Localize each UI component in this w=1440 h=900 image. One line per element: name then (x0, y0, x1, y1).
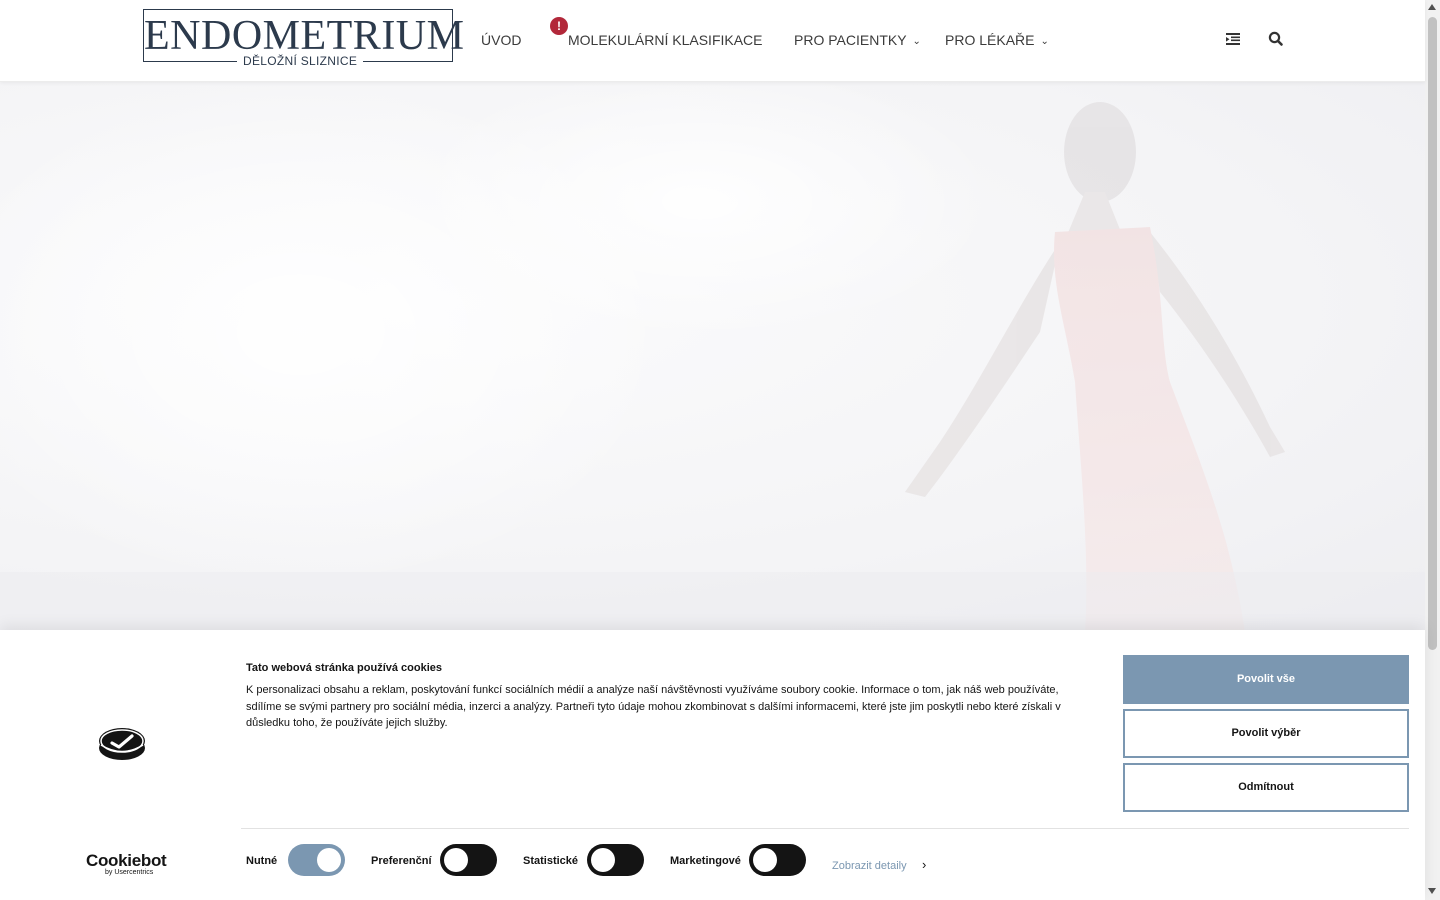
scroll-up-arrow-icon[interactable] (1428, 4, 1436, 10)
scroll-thumb[interactable] (1428, 17, 1437, 650)
preferences-toggle[interactable] (440, 844, 497, 876)
toggle-knob (591, 848, 615, 872)
deny-button[interactable]: Odmítnout (1123, 763, 1409, 812)
toggle-knob (444, 848, 468, 872)
scroll-down-arrow-icon[interactable] (1428, 888, 1436, 894)
nav-item-pro-pacientky[interactable]: PRO PACIENTKY ⌄ (794, 32, 921, 51)
necessary-toggle[interactable] (288, 844, 345, 876)
marketing-toggle[interactable] (749, 844, 806, 876)
cookie-description: K personalizaci obsahu a reklam, poskyto… (246, 684, 1061, 729)
logo-title: ENDOMETRIUM (144, 13, 465, 59)
chevron-right-icon[interactable]: › (922, 858, 926, 872)
allow-selection-button[interactable]: Povolit výběr (1123, 709, 1409, 758)
toggle-label-preferences: Preferenční (371, 855, 432, 867)
nav-item-label: PRO PACIENTKY (794, 32, 907, 48)
search-icon[interactable] (1267, 30, 1285, 48)
nav-item-label: PRO LÉKAŘE (945, 32, 1035, 48)
nav-item-pro-lekare[interactable]: PRO LÉKAŘE ⌄ (945, 32, 1049, 51)
site-logo[interactable]: ENDOMETRIUM DĚLOŽNÍ SLIZNICE (143, 9, 465, 68)
page-scrollbar[interactable] (1425, 0, 1440, 900)
cookiebot-brand: Cookiebot (86, 851, 167, 870)
toggle-label-necessary: Nutné (246, 855, 278, 867)
menu-indent-icon[interactable] (1224, 30, 1242, 48)
statistics-toggle[interactable] (587, 844, 644, 876)
cookiebot-logo-icon (99, 726, 145, 767)
alert-badge: ! (550, 17, 568, 35)
cookiebot-brand-sub: by Usercentrics (105, 869, 154, 876)
cookie-divider (241, 828, 1409, 829)
allow-all-button[interactable]: Povolit vše (1123, 655, 1409, 704)
show-details-link[interactable]: Zobrazit detaily (832, 859, 907, 873)
toggle-knob (753, 848, 777, 872)
toggle-label-statistics: Statistické (523, 855, 579, 867)
hero-image (0, 82, 1425, 632)
cookie-consent-banner: Cookiebot by Usercentrics Tato webová st… (0, 630, 1425, 900)
toggle-knob (317, 848, 341, 872)
site-header: ENDOMETRIUM DĚLOŽNÍ SLIZNICE ÚVOD ! MOLE… (0, 0, 1425, 82)
nav-item-label: MOLEKULÁRNÍ KLASIFIKACE (568, 32, 763, 48)
nav-item-molekularni-klasifikace[interactable]: MOLEKULÁRNÍ KLASIFIKACE (568, 32, 763, 48)
chevron-down-icon: ⌄ (912, 36, 921, 47)
nav-item-label: ÚVOD (481, 32, 522, 48)
nav-item-uvod[interactable]: ÚVOD (481, 32, 521, 48)
toggle-label-marketing: Marketingové (670, 855, 741, 867)
cookie-title: Tato webová stránka používá cookies (246, 662, 443, 674)
logo-subtitle: DĚLOŽNÍ SLIZNICE (237, 54, 364, 68)
chevron-down-icon: ⌄ (1040, 36, 1049, 47)
